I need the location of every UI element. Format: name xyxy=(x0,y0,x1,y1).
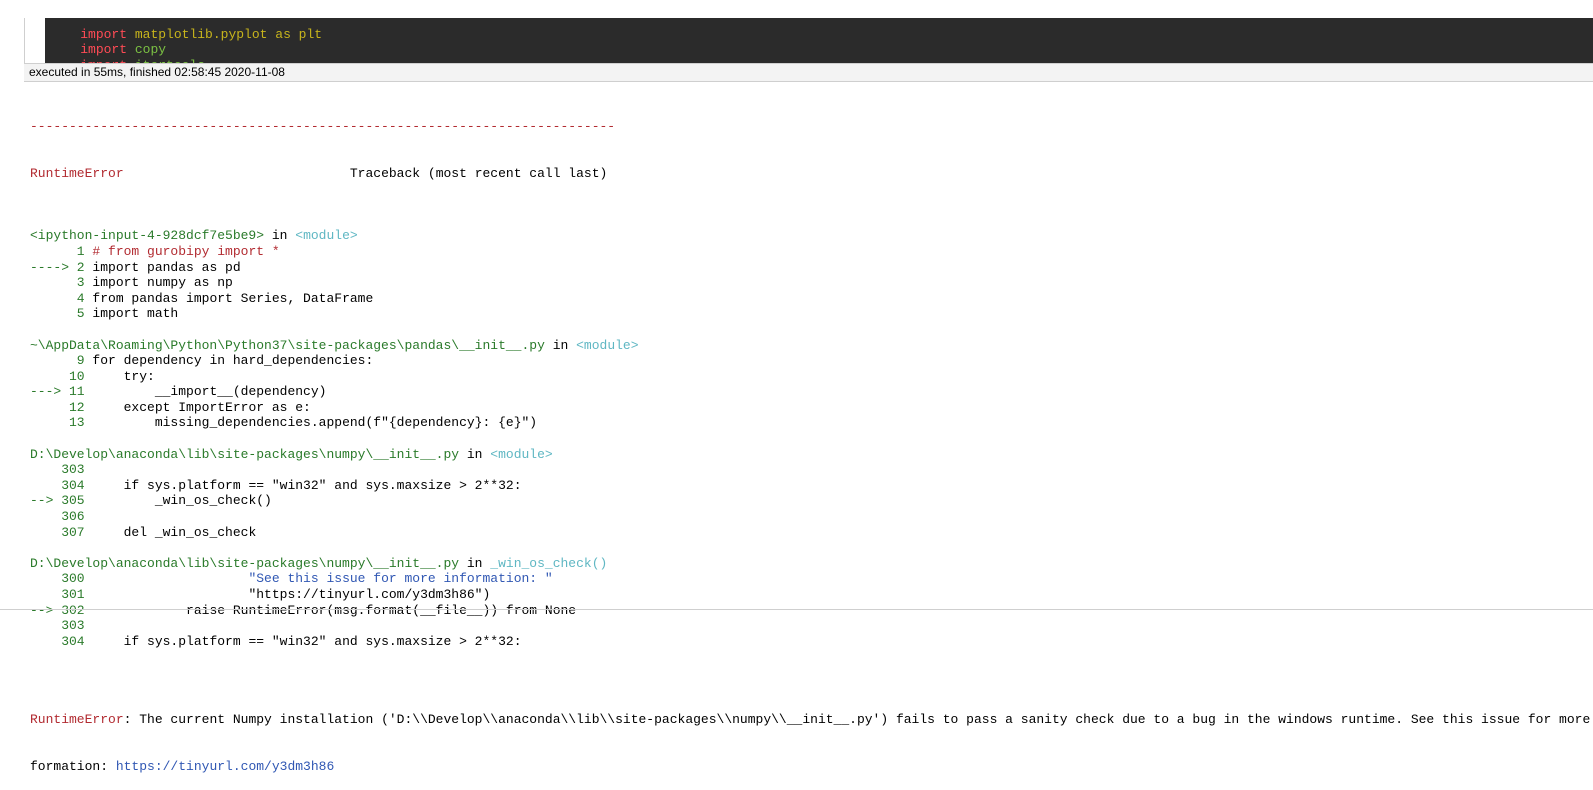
final-error-type: RuntimeError xyxy=(30,711,124,727)
line-gutter: ----> 2 xyxy=(30,259,93,275)
execution-status: executed in 55ms, finished 02:58:45 2020… xyxy=(24,63,1593,82)
frame-code-line: --> 302 raise RuntimeError(msg.format(__… xyxy=(30,603,1590,619)
frame-file: <ipython-input-4-928dcf7e5be9> xyxy=(30,228,265,244)
line-gutter: 307 xyxy=(30,524,93,540)
frame-code-line: 303 xyxy=(30,618,1590,634)
frame-header: ~\AppData\Roaming\Python\Python37\site-p… xyxy=(30,338,1590,354)
line-gutter: 4 xyxy=(30,290,93,306)
traceback-frames: <ipython-input-4-928dcf7e5be9> in <modul… xyxy=(30,228,1590,665)
frame-code-line: 301 "https://tinyurl.com/y3dm3h86") xyxy=(30,587,1590,603)
frame-header: D:\Develop\anaconda\lib\site-packages\nu… xyxy=(30,556,1590,572)
traceback-output: ----------------------------------------… xyxy=(30,88,1590,790)
line-gutter: 304 xyxy=(30,477,93,493)
frame-code-line: 303 xyxy=(30,462,1590,478)
frame-file: D:\Develop\anaconda\lib\site-packages\nu… xyxy=(30,555,460,571)
frame-header: D:\Develop\anaconda\lib\site-packages\nu… xyxy=(30,447,1590,463)
line-code: "https://tinyurl.com/y3dm3h86") xyxy=(92,587,491,602)
line-code: raise RuntimeError(msg.format(__file__))… xyxy=(92,602,577,618)
line-code: if sys.platform == "win32" and sys.maxsi… xyxy=(92,477,522,493)
frame-header: <ipython-input-4-928dcf7e5be9> in <modul… xyxy=(30,228,1590,244)
line-gutter: 5 xyxy=(30,306,93,322)
final-error-message: : The current Numpy installation ('D:\\D… xyxy=(123,711,1593,727)
line-gutter: ---> 11 xyxy=(30,384,93,400)
frame-function: <module> xyxy=(490,446,553,462)
frame-code-line: 307 del _win_os_check xyxy=(30,525,1590,541)
frame-code-line: 12 except ImportError as e: xyxy=(30,400,1590,416)
frame-code-line: 5 import math xyxy=(30,306,1590,322)
line-gutter: 300 xyxy=(30,571,93,587)
frame-function: _win_os_check() xyxy=(490,555,608,571)
line-code: "See this issue for more information: " xyxy=(92,571,553,587)
line-code: if sys.platform == "win32" and sys.maxsi… xyxy=(92,633,522,649)
line-gutter: 304 xyxy=(30,633,93,649)
line-code: import numpy as np xyxy=(92,275,233,291)
line-code: # from gurobipy import * xyxy=(92,243,280,259)
line-gutter: 13 xyxy=(30,415,93,431)
line-gutter: 306 xyxy=(30,509,93,525)
line-code: except ImportError as e: xyxy=(92,399,311,415)
frame-in-word: in xyxy=(459,555,491,571)
frame-function: <module> xyxy=(576,337,639,353)
traceback-separator: ----------------------------------------… xyxy=(30,119,616,135)
line-gutter: 1 xyxy=(30,243,93,259)
frame-code-line: 4 from pandas import Series, DataFrame xyxy=(30,291,1590,307)
line-gutter: 303 xyxy=(30,618,93,634)
frame-code-line: 13 missing_dependencies.append(f"{depend… xyxy=(30,415,1590,431)
line-gutter: 9 xyxy=(30,353,93,369)
line-gutter: 301 xyxy=(30,587,93,602)
frame-file: D:\Develop\anaconda\lib\site-packages\nu… xyxy=(30,446,460,462)
line-code: try: xyxy=(92,368,155,384)
line-gutter: 12 xyxy=(30,399,93,415)
line-code: for dependency in hard_dependencies: xyxy=(92,353,374,369)
line-gutter: 303 xyxy=(30,462,93,478)
line-code: missing_dependencies.append(f"{dependenc… xyxy=(92,415,538,431)
frame-code-line: 1 # from gurobipy import * xyxy=(30,244,1590,260)
traceback-title: Traceback (most recent call last) xyxy=(349,165,608,181)
line-gutter: 10 xyxy=(30,368,93,384)
line-code: __import__(dependency) xyxy=(92,384,327,400)
frame-code-line: 9 for dependency in hard_dependencies: xyxy=(30,353,1590,369)
frame-in-word: in xyxy=(264,228,296,244)
line-gutter: --> 302 xyxy=(30,602,93,618)
frame-code-line: 306 xyxy=(30,509,1590,525)
code-line: import itertools xyxy=(49,42,205,63)
line-code: _win_os_check() xyxy=(92,493,272,509)
cell-bottom-divider xyxy=(0,609,1593,610)
top-bar xyxy=(0,0,1593,18)
traceback-header: RuntimeError Traceback (most recent call… xyxy=(30,166,1590,182)
cell-left-rail xyxy=(24,18,25,64)
line-code: del _win_os_check xyxy=(92,524,257,540)
frame-in-word: in xyxy=(544,337,577,353)
frame-code-line: 300 "See this issue for more information… xyxy=(30,571,1590,587)
frame-code-line: ---> 11 __import__(dependency) xyxy=(30,384,1590,400)
code-cell[interactable]: import matplotlib.pyplot as plt import c… xyxy=(45,18,1593,63)
line-gutter: 3 xyxy=(30,275,93,291)
line-code: import pandas as pd xyxy=(92,259,241,275)
issue-link[interactable]: https://tinyurl.com/y3dm3h86 xyxy=(116,759,334,774)
final-error-line: formation: https://tinyurl.com/y3dm3h86 xyxy=(30,759,1590,775)
frame-code-line: --> 305 _win_os_check() xyxy=(30,493,1590,509)
frame-code-line: 3 import numpy as np xyxy=(30,275,1590,291)
frame-in-word: in xyxy=(459,446,491,462)
line-code: import math xyxy=(92,306,179,322)
final-error-line: RuntimeError: The current Numpy installa… xyxy=(30,712,1590,728)
line-code: from pandas import Series, DataFrame xyxy=(92,290,374,306)
frame-function: <module> xyxy=(295,228,358,244)
frame-file: ~\AppData\Roaming\Python\Python37\site-p… xyxy=(30,337,545,353)
frame-code-line: 304 if sys.platform == "win32" and sys.m… xyxy=(30,478,1590,494)
frame-code-line: ----> 2 import pandas as pd xyxy=(30,260,1590,276)
error-type: RuntimeError xyxy=(30,165,124,181)
line-gutter: --> 305 xyxy=(30,493,93,509)
final-error-message-cont: formation: xyxy=(30,758,116,774)
frame-code-line: 10 try: xyxy=(30,369,1590,385)
frame-code-line: 304 if sys.platform == "win32" and sys.m… xyxy=(30,634,1590,650)
